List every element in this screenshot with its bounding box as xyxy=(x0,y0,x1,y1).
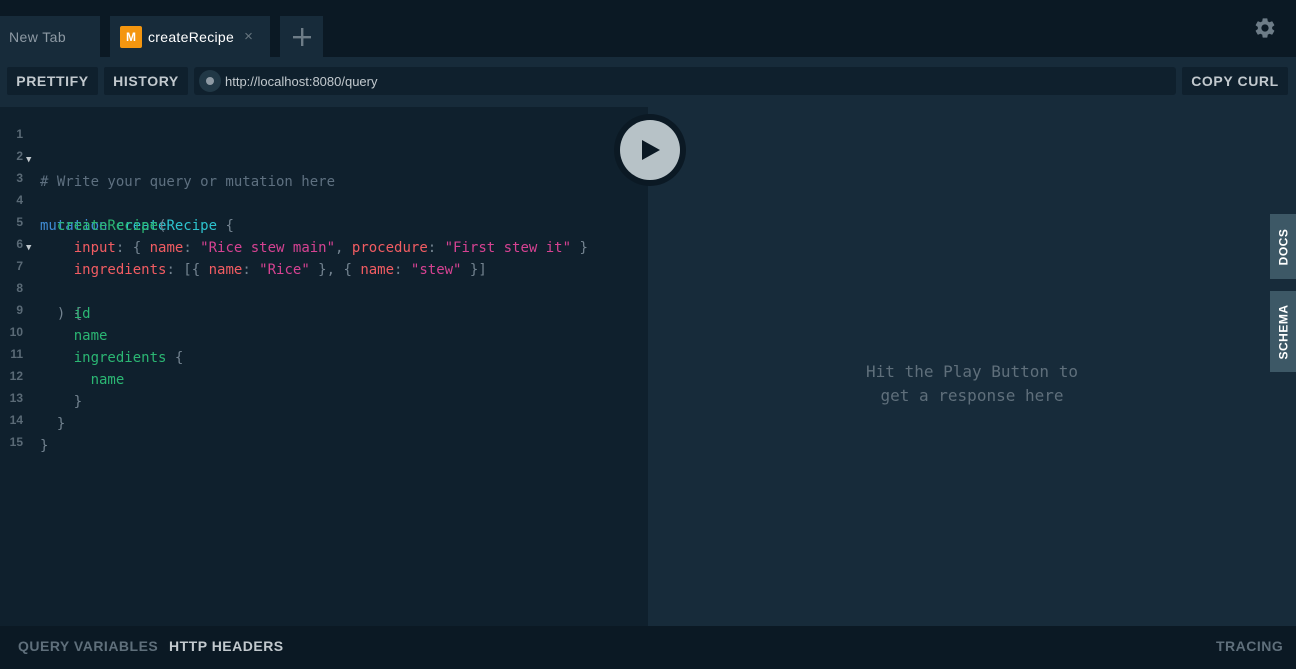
line-number: 11 xyxy=(10,347,23,361)
line-number: 6 xyxy=(16,237,23,251)
line-number: 10 xyxy=(9,325,23,339)
close-icon[interactable]: × xyxy=(244,28,253,45)
status-dot-icon xyxy=(206,77,214,85)
copy-curl-button[interactable]: COPY CURL xyxy=(1182,67,1288,95)
toolbar: PRETTIFY HISTORY http://localhost:8080/q… xyxy=(0,57,1296,107)
code-string: "stew" xyxy=(410,262,462,278)
code-argument: input xyxy=(73,240,116,256)
code-string: "Rice" xyxy=(259,262,310,278)
code-argument: ingredients xyxy=(73,262,167,278)
line-number: 12 xyxy=(9,369,23,383)
play-icon xyxy=(642,140,660,160)
line-number: 9 xyxy=(16,303,23,317)
schema-tab[interactable]: SCHEMA xyxy=(1270,291,1296,372)
code-punct: : [{ xyxy=(166,262,209,278)
code-punct: : { xyxy=(115,240,150,256)
tab-create-recipe[interactable]: M createRecipe × xyxy=(110,16,270,57)
line-number: 8 xyxy=(16,281,23,295)
code-field: createRecipe xyxy=(56,218,159,234)
code-brace: } xyxy=(73,394,83,410)
plus-icon xyxy=(292,27,311,46)
docs-tab[interactable]: DOCS xyxy=(1270,214,1296,279)
code-punct: } xyxy=(571,240,588,256)
tab-bar: New Tab M createRecipe × xyxy=(0,0,1296,57)
query-editor[interactable]: 1 # Write your query or mutation here 2 … xyxy=(0,107,648,626)
schema-tab-label: SCHEMA xyxy=(1276,303,1291,360)
code-brace: { xyxy=(225,218,234,234)
line-number: 1 xyxy=(16,127,23,141)
http-headers-tab[interactable]: HTTP HEADERS xyxy=(169,638,284,654)
code-string: "First stew it" xyxy=(444,240,572,256)
line-number: 4 xyxy=(16,193,23,207)
line-number: 5 xyxy=(16,215,23,229)
add-tab-button[interactable] xyxy=(280,16,323,57)
gear-icon[interactable] xyxy=(1253,16,1277,40)
line-number: 15 xyxy=(9,435,23,449)
result-pane: Hit the Play Button to get a response he… xyxy=(648,107,1296,626)
code-punct: : xyxy=(242,262,260,278)
code-brace: { xyxy=(166,350,184,366)
code-field: ingredients xyxy=(73,350,167,366)
tab-create-recipe-label: createRecipe xyxy=(148,28,235,45)
code-comment: # Write your query or mutation here xyxy=(40,174,336,190)
code-field: name xyxy=(73,328,108,344)
code-field: id xyxy=(73,306,91,322)
prettify-button[interactable]: PRETTIFY xyxy=(7,67,98,95)
code-punct: , xyxy=(335,240,352,256)
code-punct: }, { xyxy=(309,262,361,278)
code-punct: }] xyxy=(461,262,487,278)
code-brace: } xyxy=(56,416,66,432)
code-argument: name xyxy=(208,262,243,278)
line-number: 2 xyxy=(16,149,23,163)
line-number: 13 xyxy=(9,391,23,405)
code-argument: procedure xyxy=(351,240,428,256)
query-variables-tab[interactable]: QUERY VARIABLES xyxy=(18,638,158,654)
code-argument: name xyxy=(149,240,184,256)
line-number: 7 xyxy=(16,259,23,273)
code-string: "Rice stew main" xyxy=(200,240,336,256)
code-paren: ( xyxy=(158,218,167,234)
code-line: 15 xyxy=(0,435,51,457)
bottom-bar: QUERY VARIABLES HTTP HEADERS TRACING xyxy=(0,626,1296,669)
mutation-badge: M xyxy=(120,25,142,48)
endpoint-url-input[interactable]: http://localhost:8080/query xyxy=(194,67,1176,95)
history-button[interactable]: HISTORY xyxy=(104,67,188,95)
code-punct: : xyxy=(183,240,201,256)
fold-arrow-icon[interactable]: ▼ xyxy=(26,149,31,171)
line-number: 3 xyxy=(16,171,23,185)
line-number: 14 xyxy=(9,413,23,427)
code-punct: : xyxy=(394,262,411,278)
tab-new-tab[interactable]: New Tab xyxy=(0,16,100,57)
execute-query-button[interactable] xyxy=(614,114,686,186)
connection-status-icon xyxy=(199,70,221,92)
tab-new-tab-label: New Tab xyxy=(9,28,67,45)
result-placeholder: Hit the Play Button to get a response he… xyxy=(866,362,1078,405)
tracing-tab[interactable]: TRACING xyxy=(1216,638,1283,654)
code-argument: name xyxy=(360,262,395,278)
code-area[interactable]: 1 # Write your query or mutation here 2 … xyxy=(0,127,588,457)
docs-tab-label: DOCS xyxy=(1276,228,1291,265)
endpoint-url-text: http://localhost:8080/query xyxy=(225,73,378,89)
code-field: name xyxy=(90,372,125,388)
play-button-face xyxy=(620,120,680,180)
fold-arrow-icon[interactable]: ▼ xyxy=(26,237,31,259)
code-punct: : xyxy=(427,240,445,256)
